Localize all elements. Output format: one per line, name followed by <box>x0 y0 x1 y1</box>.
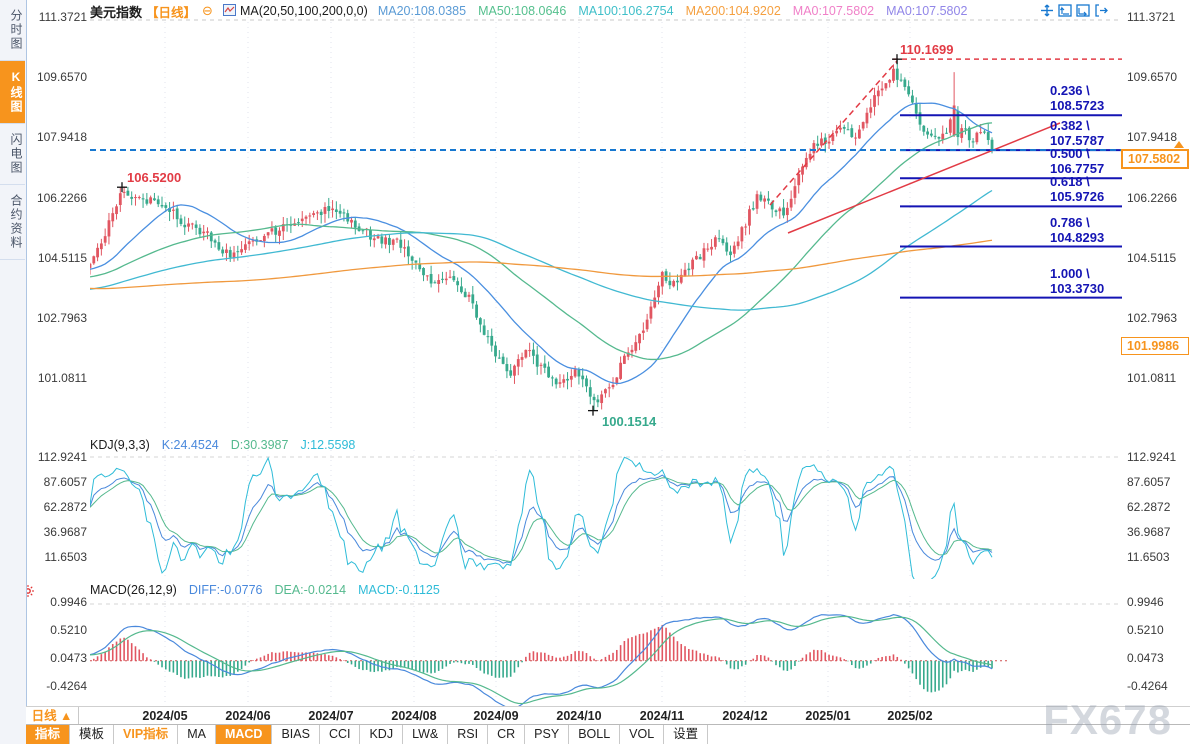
tab-PSY[interactable]: PSY <box>525 725 569 744</box>
tab-VOL[interactable]: VOL <box>620 725 664 744</box>
month-label: 2024/07 <box>308 707 353 725</box>
period-selector[interactable]: 日线 ▲ <box>26 707 79 725</box>
collapse-circle-icon[interactable]: ⊖ <box>202 3 213 19</box>
tab-RSI[interactable]: RSI <box>448 725 488 744</box>
kdj-j-value: J:12.5598 <box>300 438 355 452</box>
tab-MACD[interactable]: MACD <box>216 725 273 744</box>
month-label: 2024/09 <box>473 707 518 725</box>
tab-指标[interactable]: 指标 <box>26 725 70 744</box>
macd-name: MACD(26,12,9) <box>90 583 177 597</box>
ma-value-chip: MA0:107.5802 <box>793 4 874 18</box>
macd-diff-value: DIFF:-0.0776 <box>189 583 263 597</box>
period-tag[interactable]: 【日线】 <box>146 2 196 21</box>
collapse-panel-icon[interactable] <box>1094 4 1108 22</box>
macd-macd-value: MACD:-0.1125 <box>358 583 440 597</box>
tab-VIP指标[interactable]: VIP指标 <box>114 725 178 744</box>
kdj-header: KDJ(9,3,3) K:24.4524 D:30.3987 J:12.5598 <box>90 438 355 452</box>
ma-value-chip: MA50:108.0646 <box>478 4 566 18</box>
month-label: 2024/08 <box>391 707 436 725</box>
pan-crosshair-icon[interactable] <box>1040 4 1054 22</box>
month-label: 2024/06 <box>225 707 270 725</box>
tab-设置[interactable]: 设置 <box>664 725 708 744</box>
ma-value-chip: MA0:107.5802 <box>886 4 967 18</box>
sidebar-item-3[interactable]: 合约资料 <box>0 185 25 260</box>
chart-mode-sidebar: 分时图K线图闪电图合约资料 <box>0 0 27 744</box>
month-label: 2024/10 <box>556 707 601 725</box>
indicator-tabbar: 指标模板VIP指标MAMACDBIASCCIKDJLW&RSICRPSYBOLL… <box>26 724 1190 744</box>
month-label: 2024/12 <box>722 707 767 725</box>
macd-dea-value: DEA:-0.0214 <box>274 583 346 597</box>
axis-zoom-right-icon[interactable] <box>1076 4 1090 22</box>
kdj-d-value: D:30.3987 <box>231 438 289 452</box>
tab-BOLL[interactable]: BOLL <box>569 725 620 744</box>
chart-type-icon[interactable] <box>223 4 236 19</box>
month-label: 2025/01 <box>805 707 850 725</box>
tab-CR[interactable]: CR <box>488 725 525 744</box>
month-label: 2025/02 <box>887 707 932 725</box>
tab-BIAS[interactable]: BIAS <box>272 725 320 744</box>
macd-header: MACD(26,12,9) DIFF:-0.0776 DEA:-0.0214 M… <box>90 583 440 597</box>
sidebar-item-1[interactable]: K线图 <box>0 61 25 124</box>
tab-KDJ[interactable]: KDJ <box>360 725 403 744</box>
ma-values: MA20:108.0385 MA50:108.0646 MA100:106.2754… <box>378 4 968 18</box>
axis-zoom-left-icon[interactable] <box>1058 4 1072 22</box>
ma-formula: MA(20,50,100,200,0,0) <box>240 4 368 18</box>
tab-LW&[interactable]: LW& <box>403 725 448 744</box>
tab-CCI[interactable]: CCI <box>320 725 361 744</box>
symbol-name: 美元指数 <box>90 2 142 21</box>
chart-toolbar <box>1040 4 1108 22</box>
chart-canvas[interactable] <box>0 0 1190 744</box>
kdj-name: KDJ(9,3,3) <box>90 438 150 452</box>
sidebar-item-2[interactable]: 闪电图 <box>0 124 25 185</box>
kdj-k-value: K:24.4524 <box>162 438 219 452</box>
date-axis-row: 日线 ▲ 2024/05 2024/06 2024/07 2024/08 2024/09… <box>26 706 1190 725</box>
ma-value-chip: MA100:106.2754 <box>578 4 673 18</box>
month-label: 2024/11 <box>640 707 685 725</box>
ma-value-chip: MA20:108.0385 <box>378 4 466 18</box>
tab-MA[interactable]: MA <box>178 725 216 744</box>
chart-header: 美元指数 【日线】 ⊖ MA(20,50,100,200,0,0) MA20:1… <box>90 2 967 20</box>
ma-value-chip: MA200:104.9202 <box>686 4 781 18</box>
sidebar-item-0[interactable]: 分时图 <box>0 0 25 61</box>
tab-模板[interactable]: 模板 <box>70 725 114 744</box>
month-label: 2024/05 <box>142 707 187 725</box>
trading-app-window: 分时图K线图闪电图合约资料 美元指数 【日线】 ⊖ MA(20,50,100,2… <box>0 0 1190 744</box>
